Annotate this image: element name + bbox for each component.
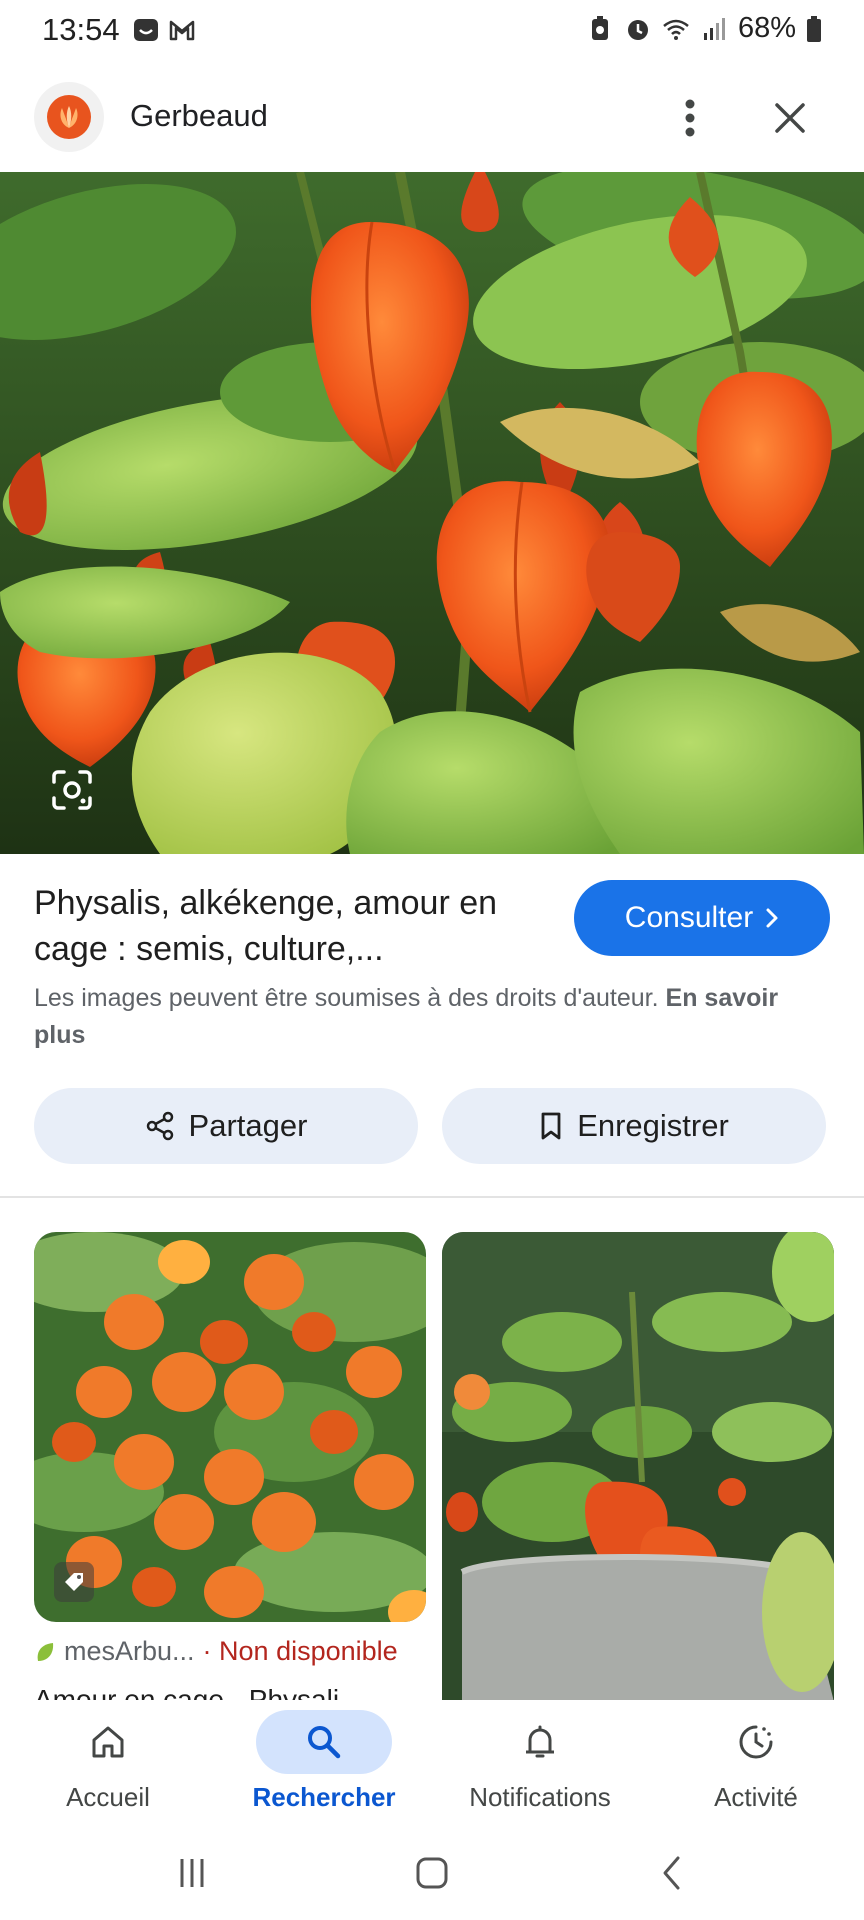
back-icon — [663, 1856, 680, 1890]
save-label: Enregistrer — [577, 1108, 729, 1143]
system-navigation-bar — [0, 1830, 864, 1920]
screen-share-icon — [134, 19, 158, 41]
activity-icon — [739, 1725, 773, 1759]
copyright-notice: Les images peuvent être soumises à des d… — [34, 980, 794, 1054]
physalis-photo — [0, 172, 864, 854]
chevron-right-icon — [766, 908, 778, 928]
nav-home-pill — [40, 1710, 176, 1774]
share-icon — [146, 1111, 173, 1141]
more-options-button[interactable] — [668, 94, 712, 142]
gerbeaud-logo-icon — [47, 95, 91, 139]
nav-notifications[interactable]: Notifications — [432, 1710, 648, 1830]
related-photo-2 — [442, 1232, 834, 1702]
home-icon — [92, 1726, 124, 1758]
battery-saver-icon — [591, 15, 608, 40]
bell-icon — [526, 1725, 554, 1758]
result-title[interactable]: Physalis, alkékenge, amour en cage : sem… — [34, 880, 534, 972]
signal-icon — [703, 17, 725, 40]
nav-notifications-pill — [472, 1710, 608, 1774]
nav-activity-pill — [688, 1710, 824, 1774]
result-header: Gerbeaud — [0, 82, 864, 154]
gmail-icon — [169, 20, 195, 41]
copyright-text: Les images peuvent être soumises à des d… — [34, 984, 659, 1012]
divider — [0, 1196, 864, 1198]
home-button[interactable] — [402, 1848, 462, 1898]
nav-search[interactable]: Rechercher — [216, 1710, 432, 1830]
wifi-icon — [663, 19, 689, 40]
search-icon — [308, 1726, 341, 1759]
card1-title[interactable]: Amour en cage - Physali — [34, 1680, 426, 1702]
lens-button[interactable] — [44, 762, 100, 818]
nav-activity[interactable]: Activité — [648, 1710, 864, 1830]
nav-activity-label: Activité — [714, 1782, 798, 1812]
main-image[interactable] — [0, 172, 864, 854]
nav-search-pill — [256, 1710, 392, 1774]
nav-notifications-label: Notifications — [469, 1782, 611, 1812]
bottom-navigation: Accueil Rechercher Notifications Activit… — [0, 1700, 864, 1830]
consult-button[interactable]: Consulter — [574, 880, 830, 956]
related-photo-1 — [34, 1232, 426, 1622]
card1-source-name: mesArbu... — [64, 1636, 195, 1666]
consult-label: Consulter — [624, 901, 754, 934]
card1-availability: · Non disponible — [202, 1636, 398, 1666]
battery-percentage: 68% — [737, 12, 796, 44]
save-button[interactable]: Enregistrer — [442, 1088, 826, 1164]
more-vert-icon — [685, 99, 695, 137]
bookmark-icon — [541, 1112, 561, 1140]
alarm-icon — [627, 19, 648, 40]
home-circle-icon — [416, 1857, 448, 1889]
nav-home-label: Accueil — [66, 1782, 150, 1812]
status-time: 13:54 — [42, 12, 120, 47]
status-bar: 13:54 68% — [0, 0, 864, 62]
related-image-2[interactable] — [442, 1232, 834, 1702]
recent-apps-icon — [180, 1859, 204, 1887]
share-button[interactable]: Partager — [34, 1088, 418, 1164]
battery-icon — [807, 15, 821, 42]
close-icon — [775, 103, 805, 133]
back-button[interactable] — [642, 1848, 702, 1898]
product-tag-icon — [54, 1562, 94, 1602]
share-label: Partager — [188, 1108, 308, 1143]
status-left-icons — [132, 16, 196, 44]
lens-icon — [52, 770, 92, 810]
site-logo[interactable] — [34, 82, 104, 152]
leaf-favicon-icon — [37, 1642, 54, 1661]
related-image-1[interactable] — [34, 1232, 426, 1622]
recent-apps-button[interactable] — [162, 1848, 222, 1898]
site-name[interactable]: Gerbeaud — [130, 98, 268, 134]
status-right: 68% — [586, 12, 822, 45]
nav-home[interactable]: Accueil — [0, 1710, 216, 1830]
close-button[interactable] — [766, 94, 814, 142]
nav-search-label: Rechercher — [252, 1782, 396, 1812]
card1-source[interactable]: mesArbu... · Non disponible — [34, 1636, 398, 1667]
